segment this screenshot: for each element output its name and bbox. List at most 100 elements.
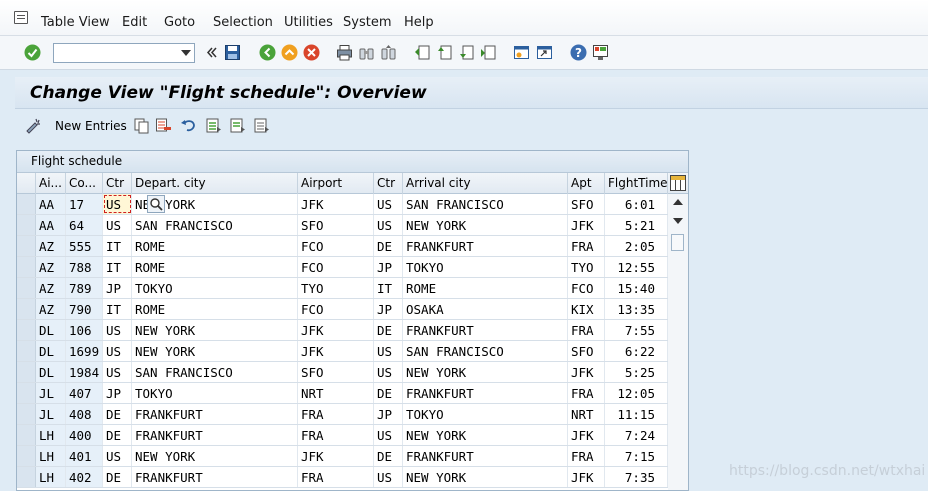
help-icon[interactable]: ? bbox=[570, 44, 587, 61]
cell-depart-city[interactable]: ROME bbox=[132, 257, 298, 277]
cell-connection[interactable]: 1984 bbox=[66, 362, 103, 382]
row-selector[interactable] bbox=[17, 383, 36, 403]
cell-arrival-airport[interactable]: JFK bbox=[568, 467, 605, 487]
table-row[interactable]: DL 106 US NEW YORK JFK DE FRANKFURT FRA 7:55 bbox=[17, 320, 668, 341]
undo-icon[interactable] bbox=[180, 117, 197, 134]
cell-arrival-country[interactable]: US bbox=[374, 425, 403, 445]
table-row[interactable]: LH 401 US NEW YORK JFK DE FRANKFURT FRA 7:15 bbox=[17, 446, 668, 467]
cell-airline[interactable]: JL bbox=[36, 383, 66, 403]
cell-arrival-city[interactable]: TOKYO bbox=[403, 257, 568, 277]
cell-arrival-airport[interactable]: JFK bbox=[568, 362, 605, 382]
find-icon[interactable] bbox=[358, 44, 375, 61]
cell-depart-city[interactable]: NEW YORK bbox=[132, 341, 298, 361]
cell-flight-time[interactable]: 12:05 bbox=[605, 383, 668, 403]
table-row[interactable]: AZ 788 IT ROME FCO JP TOKYO TYO 12:55 bbox=[17, 257, 668, 278]
menu-system[interactable]: System bbox=[343, 15, 391, 31]
previous-page-icon[interactable] bbox=[436, 44, 453, 61]
row-selector[interactable] bbox=[17, 215, 36, 235]
row-selector[interactable] bbox=[17, 446, 36, 466]
cell-arrival-city[interactable]: NEW YORK bbox=[403, 425, 568, 445]
cell-airline[interactable]: AZ bbox=[36, 257, 66, 277]
cell-depart-city[interactable]: FRANKFURT bbox=[132, 404, 298, 424]
select-all-rows-button[interactable] bbox=[17, 173, 36, 194]
cell-arrival-city[interactable]: NEW YORK bbox=[403, 467, 568, 487]
print-icon[interactable] bbox=[336, 44, 353, 61]
cell-depart-country[interactable]: US bbox=[103, 341, 132, 361]
cell-depart-airport[interactable]: FCO bbox=[298, 299, 374, 319]
command-field[interactable] bbox=[53, 43, 195, 63]
cell-depart-city[interactable]: FRANKFURT bbox=[132, 467, 298, 487]
cell-flight-time[interactable]: 7:55 bbox=[605, 320, 668, 340]
customize-layout-icon[interactable] bbox=[592, 44, 609, 61]
row-selector[interactable] bbox=[17, 299, 36, 319]
cell-arrival-airport[interactable]: JFK bbox=[568, 425, 605, 445]
cell-airline[interactable]: AA bbox=[36, 215, 66, 235]
cell-arrival-city[interactable]: FRANKFURT bbox=[403, 320, 568, 340]
cell-arrival-city[interactable]: ROME bbox=[403, 278, 568, 298]
last-page-icon[interactable] bbox=[480, 44, 497, 61]
cell-airline[interactable]: AZ bbox=[36, 278, 66, 298]
cell-arrival-country[interactable]: US bbox=[374, 194, 403, 214]
cell-arrival-airport[interactable]: JFK bbox=[568, 215, 605, 235]
cell-depart-country[interactable]: US bbox=[103, 320, 132, 340]
cell-connection[interactable]: 790 bbox=[66, 299, 103, 319]
menu-table-view[interactable]: Table View bbox=[41, 15, 110, 31]
enter-checkmark-icon[interactable] bbox=[24, 44, 41, 61]
cell-arrival-country[interactable]: US bbox=[374, 467, 403, 487]
exit-icon[interactable] bbox=[281, 44, 298, 61]
vertical-scrollbar[interactable] bbox=[668, 194, 688, 490]
cell-airline[interactable]: LH bbox=[36, 446, 66, 466]
cell-flight-time[interactable]: 11:15 bbox=[605, 404, 668, 424]
cell-flight-time[interactable]: 5:21 bbox=[605, 215, 668, 235]
menu-selection[interactable]: Selection bbox=[213, 15, 273, 31]
cell-connection[interactable]: 402 bbox=[66, 467, 103, 487]
save-icon[interactable] bbox=[224, 44, 241, 61]
row-selector[interactable] bbox=[17, 257, 36, 277]
find-next-icon[interactable] bbox=[380, 44, 397, 61]
cell-airline[interactable]: DL bbox=[36, 341, 66, 361]
table-row[interactable]: DL 1984 US SAN FRANCISCO SFO US NEW YORK JFK 5:2… bbox=[17, 362, 668, 383]
select-all-icon[interactable] bbox=[205, 117, 222, 134]
cell-depart-city[interactable]: NEW YORK bbox=[132, 320, 298, 340]
cell-airline[interactable]: AZ bbox=[36, 299, 66, 319]
cell-arrival-city[interactable]: FRANKFURT bbox=[403, 446, 568, 466]
cell-arrival-country[interactable]: DE bbox=[374, 320, 403, 340]
cell-connection[interactable]: 789 bbox=[66, 278, 103, 298]
cancel-icon[interactable] bbox=[303, 44, 320, 61]
cell-arrival-city[interactable]: NEW YORK bbox=[403, 362, 568, 382]
column-header-flight-time[interactable]: FlghtTime bbox=[605, 173, 668, 194]
cell-depart-city[interactable]: NEW YORK bbox=[132, 446, 298, 466]
scroll-up-icon[interactable] bbox=[673, 199, 683, 205]
cell-depart-country[interactable]: US bbox=[103, 215, 132, 235]
column-header-airline[interactable]: Ai... bbox=[36, 173, 66, 194]
cell-airline[interactable]: AA bbox=[36, 194, 66, 214]
cell-arrival-airport[interactable]: NRT bbox=[568, 404, 605, 424]
create-session-icon[interactable] bbox=[513, 44, 530, 61]
cell-depart-airport[interactable]: FRA bbox=[298, 467, 374, 487]
cell-arrival-country[interactable]: US bbox=[374, 341, 403, 361]
cell-arrival-city[interactable]: TOKYO bbox=[403, 404, 568, 424]
column-header-connection[interactable]: Co... bbox=[66, 173, 103, 194]
row-selector[interactable] bbox=[17, 278, 36, 298]
change-display-icon[interactable] bbox=[25, 117, 42, 134]
cell-flight-time[interactable]: 15:40 bbox=[605, 278, 668, 298]
cell-flight-time[interactable]: 6:22 bbox=[605, 341, 668, 361]
double-chevron-left-icon[interactable] bbox=[203, 44, 220, 61]
cell-arrival-airport[interactable]: SFO bbox=[568, 194, 605, 214]
cell-airline[interactable]: DL bbox=[36, 362, 66, 382]
delete-icon[interactable] bbox=[155, 117, 172, 134]
cell-depart-airport[interactable]: NRT bbox=[298, 383, 374, 403]
column-header-arrival-city[interactable]: Arrival city bbox=[403, 173, 568, 194]
back-icon[interactable] bbox=[259, 44, 276, 61]
cell-arrival-country[interactable]: JP bbox=[374, 257, 403, 277]
cell-depart-country[interactable]: US bbox=[103, 362, 132, 382]
cell-arrival-city[interactable]: FRANKFURT bbox=[403, 236, 568, 256]
menu-goto[interactable]: Goto bbox=[164, 15, 195, 31]
cell-connection[interactable]: 64 bbox=[66, 215, 103, 235]
cell-arrival-country[interactable]: IT bbox=[374, 278, 403, 298]
row-selector[interactable] bbox=[17, 467, 36, 487]
cell-airline[interactable]: DL bbox=[36, 320, 66, 340]
chevron-down-icon[interactable] bbox=[181, 50, 191, 56]
table-row[interactable]: AA 64 US SAN FRANCISCO SFO US NEW YORK JFK 5:21 bbox=[17, 215, 668, 236]
cell-flight-time[interactable]: 6:01 bbox=[605, 194, 668, 214]
